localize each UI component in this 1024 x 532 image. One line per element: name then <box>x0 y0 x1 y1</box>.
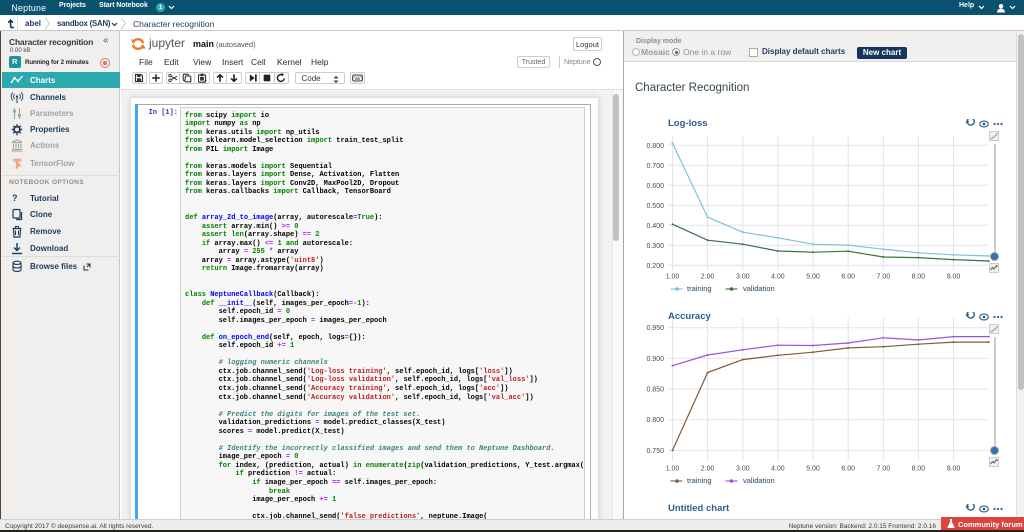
svg-text:3.00: 3.00 <box>736 274 750 281</box>
svg-text:2.00: 2.00 <box>701 274 715 281</box>
svg-text:0.800: 0.800 <box>646 143 664 150</box>
svg-text:4.00: 4.00 <box>771 274 785 281</box>
svg-text:6.00: 6.00 <box>841 274 855 281</box>
svg-text:0.700: 0.700 <box>646 163 664 170</box>
svg-text:9.00: 9.00 <box>947 274 961 281</box>
svg-text:6.00: 6.00 <box>841 466 855 473</box>
svg-text:5.00: 5.00 <box>806 466 820 473</box>
svg-text:2.00: 2.00 <box>701 466 715 473</box>
svg-text:0.500: 0.500 <box>646 203 664 210</box>
svg-text:3.00: 3.00 <box>736 466 750 473</box>
svg-text:0.400: 0.400 <box>646 223 664 230</box>
svg-text:7.00: 7.00 <box>876 466 890 473</box>
svg-text:0.850: 0.850 <box>646 387 664 394</box>
svg-text:9.00: 9.00 <box>947 466 961 473</box>
svg-text:0.600: 0.600 <box>646 183 664 190</box>
svg-text:8.00: 8.00 <box>912 466 926 473</box>
svg-text:1.00: 1.00 <box>666 274 680 281</box>
svg-text:0.800: 0.800 <box>646 417 664 424</box>
svg-text:5.00: 5.00 <box>806 274 820 281</box>
svg-text:0.750: 0.750 <box>646 448 664 455</box>
svg-text:0.200: 0.200 <box>646 263 664 270</box>
svg-text:7.00: 7.00 <box>876 274 890 281</box>
svg-text:0.900: 0.900 <box>646 356 664 363</box>
svg-text:0.950: 0.950 <box>646 325 664 332</box>
svg-text:0.300: 0.300 <box>646 243 664 250</box>
svg-text:8.00: 8.00 <box>912 274 926 281</box>
svg-text:1.00: 1.00 <box>666 466 680 473</box>
svg-text:4.00: 4.00 <box>771 466 785 473</box>
